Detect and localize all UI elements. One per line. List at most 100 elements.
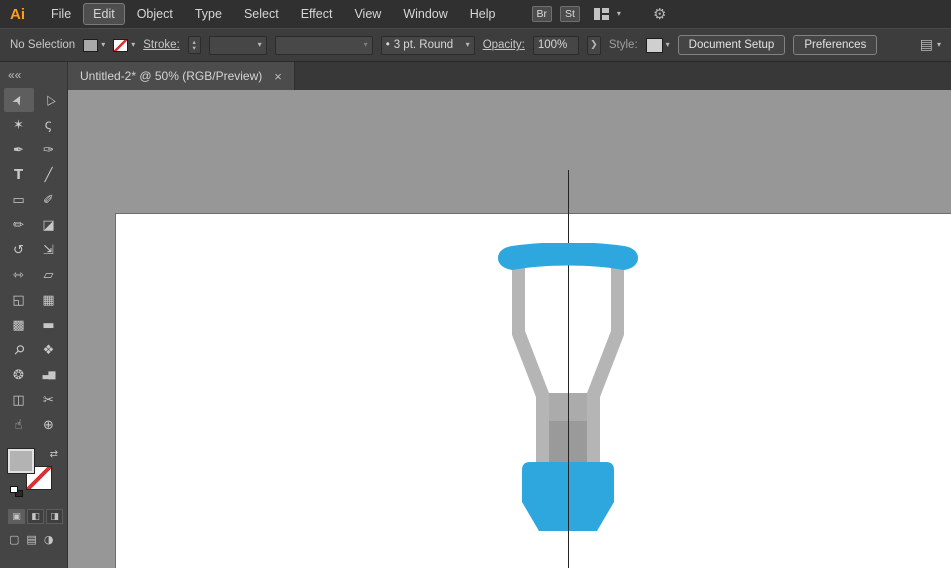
menu-item-type[interactable]: Type bbox=[185, 3, 232, 25]
fill-indicator[interactable] bbox=[8, 449, 34, 473]
selection-tool[interactable]: ➤ bbox=[3, 88, 34, 112]
mesh-tool[interactable]: ▩ bbox=[4, 313, 34, 337]
stroke-weight-combobox[interactable]: ▾ bbox=[208, 35, 267, 55]
eyedropper-tool[interactable]: ⚲ bbox=[4, 338, 34, 362]
mesh-tool-icon: ▩ bbox=[12, 317, 25, 333]
stroke-weight-stepper[interactable]: ▴ ▾ bbox=[187, 36, 201, 54]
crutch-right-leg[interactable] bbox=[587, 261, 624, 463]
width-tool[interactable]: ⇿ bbox=[4, 263, 34, 287]
variable-width-profile-dropdown[interactable]: ▾ bbox=[274, 35, 373, 55]
brush-name: 3 pt. Round bbox=[393, 39, 454, 51]
zoom-tool[interactable]: ⊕ bbox=[34, 413, 64, 437]
direct-selection-tool-icon: ▷ bbox=[40, 92, 57, 108]
presentation-mode-icon[interactable]: ▤ bbox=[26, 533, 36, 546]
chevron-down-icon[interactable]: ▾ bbox=[617, 10, 621, 18]
menu-item-object[interactable]: Object bbox=[127, 3, 183, 25]
draw-inside-mode[interactable]: ◨ bbox=[46, 509, 63, 524]
opacity-panel-link[interactable]: Opacity: bbox=[483, 39, 525, 51]
stepper-down-icon[interactable]: ▾ bbox=[193, 45, 196, 52]
line-segment-tool[interactable]: ╱ bbox=[34, 163, 64, 187]
draw-normal-mode[interactable]: ▣ bbox=[8, 509, 25, 524]
column-graph-tool-icon: ▃▆ bbox=[42, 369, 56, 380]
fill-swatch[interactable] bbox=[83, 38, 99, 52]
menu-item-effect[interactable]: Effect bbox=[291, 3, 343, 25]
lasso-tool[interactable]: ς bbox=[34, 113, 64, 137]
chevron-down-icon[interactable]: ▾ bbox=[937, 41, 941, 49]
document-tab[interactable]: Untitled-2* @ 50% (RGB/Preview) × bbox=[68, 62, 295, 90]
column-graph-tool[interactable]: ▃▆ bbox=[34, 363, 64, 387]
opacity-value: 100% bbox=[537, 39, 568, 51]
pencil-tool-icon: ✏ bbox=[13, 217, 24, 233]
gradient-tool[interactable]: ▬ bbox=[34, 313, 64, 337]
free-transform-tool[interactable]: ▱ bbox=[34, 263, 64, 287]
paintbrush-tool[interactable]: ✐ bbox=[34, 188, 64, 212]
preferences-button[interactable]: Preferences bbox=[793, 35, 878, 55]
opacity-field[interactable]: 100% bbox=[532, 35, 579, 55]
swap-fill-stroke-icon[interactable]: ⇄ bbox=[50, 449, 58, 460]
rectangle-tool[interactable]: ▭ bbox=[4, 188, 34, 212]
graphic-style-dropdown[interactable]: ▾ bbox=[645, 37, 670, 53]
eyedropper-tool-icon: ⚲ bbox=[9, 341, 28, 359]
workspace-switcher-icon[interactable] bbox=[593, 8, 609, 20]
stroke-color-dropdown[interactable]: ▾ bbox=[113, 38, 135, 52]
collapse-panel-button[interactable]: «« bbox=[0, 62, 67, 88]
menu-item-window[interactable]: Window bbox=[393, 3, 457, 25]
eraser-tool[interactable]: ◪ bbox=[34, 213, 64, 237]
pen-tool-icon: ✒ bbox=[13, 142, 24, 158]
stroke-panel-link[interactable]: Stroke: bbox=[143, 39, 179, 51]
menu-item-view[interactable]: View bbox=[344, 3, 391, 25]
lasso-tool-icon: ς bbox=[44, 117, 53, 133]
menu-item-file[interactable]: File bbox=[41, 3, 81, 25]
menu-items: File Edit Object Type Select Effect View Window… bbox=[41, 3, 508, 25]
panel-options-icon[interactable]: ▤ bbox=[920, 37, 933, 53]
default-fill-stroke-icon[interactable] bbox=[10, 486, 23, 497]
gear-icon[interactable]: ⚙ bbox=[653, 5, 666, 23]
selection-tool-icon: ➤ bbox=[9, 91, 28, 109]
draw-behind-mode[interactable]: ◧ bbox=[27, 509, 44, 524]
shape-builder-tool[interactable]: ◱ bbox=[4, 288, 34, 312]
chevron-down-icon[interactable]: ▾ bbox=[666, 41, 670, 49]
color-mode-icon[interactable]: ◑ bbox=[44, 533, 54, 546]
symbol-sprayer-tool[interactable]: ❂ bbox=[4, 363, 34, 387]
chevron-down-icon: ▾ bbox=[363, 40, 368, 49]
rotate-tool[interactable]: ↺ bbox=[4, 238, 34, 262]
canvas[interactable] bbox=[68, 90, 951, 568]
pen-tool[interactable]: ✒ bbox=[4, 138, 34, 162]
chevron-down-icon[interactable]: ▾ bbox=[101, 41, 105, 49]
magic-wand-tool[interactable]: ✶ bbox=[4, 113, 34, 137]
perspective-grid-tool[interactable]: ▦ bbox=[34, 288, 64, 312]
chevron-down-icon[interactable]: ▾ bbox=[131, 41, 135, 49]
direct-selection-tool[interactable]: ▷ bbox=[34, 88, 64, 112]
chevron-down-icon[interactable]: ▾ bbox=[466, 41, 470, 49]
close-icon[interactable]: × bbox=[274, 70, 282, 83]
hand-tool[interactable]: ☝ bbox=[4, 413, 34, 437]
chevron-right-icon: ❯ bbox=[590, 39, 598, 50]
scale-tool[interactable]: ⇲ bbox=[34, 238, 64, 262]
brush-definition-dropdown[interactable]: • 3 pt. Round ▾ bbox=[380, 35, 475, 55]
tools-panel: «« ➤ ▷ ✶ ς ✒ ✑ T ╱ ▭ ✐ ✏ ◪ ↺ ⇲ ⇿ ▱ ◱ ▦ ▩ ▬ ⚲ ❖ ❂ ▃▆ ◫ ✂ ☝ ⊕ ⇄ ▣ ◧ ◨ ▢… bbox=[0, 62, 68, 568]
screen-mode-icon[interactable]: ▢ bbox=[9, 533, 19, 546]
control-bar: No Selection ▾ ▾ Stroke: ▴ ▾ ▾ ▾ • 3 pt.… bbox=[0, 28, 951, 62]
eraser-tool-icon: ◪ bbox=[42, 217, 55, 233]
stock-button[interactable]: St bbox=[560, 6, 580, 22]
opacity-slider-button[interactable]: ❯ bbox=[586, 35, 601, 55]
crutch-underarm-pad[interactable] bbox=[498, 243, 638, 270]
document-setup-button[interactable]: Document Setup bbox=[677, 35, 786, 55]
curvature-tool[interactable]: ✑ bbox=[34, 138, 64, 162]
stroke-none-swatch[interactable] bbox=[113, 38, 129, 52]
slice-tool[interactable]: ✂ bbox=[34, 388, 64, 412]
pencil-tool[interactable]: ✏ bbox=[4, 213, 34, 237]
blend-tool[interactable]: ❖ bbox=[34, 338, 64, 362]
type-tool[interactable]: T bbox=[4, 163, 34, 187]
crutch-left-leg[interactable] bbox=[512, 261, 549, 463]
style-swatch[interactable] bbox=[645, 37, 663, 53]
menu-item-edit[interactable]: Edit bbox=[83, 3, 125, 25]
artboard-tool[interactable]: ◫ bbox=[4, 388, 34, 412]
menu-item-help[interactable]: Help bbox=[460, 3, 506, 25]
crutch-artwork[interactable] bbox=[498, 243, 638, 533]
rectangle-tool-icon: ▭ bbox=[12, 192, 25, 208]
menu-item-select[interactable]: Select bbox=[234, 3, 289, 25]
bridge-button[interactable]: Br bbox=[531, 6, 552, 22]
chevron-down-icon[interactable]: ▾ bbox=[258, 41, 262, 49]
fill-color-dropdown[interactable]: ▾ bbox=[83, 38, 105, 52]
